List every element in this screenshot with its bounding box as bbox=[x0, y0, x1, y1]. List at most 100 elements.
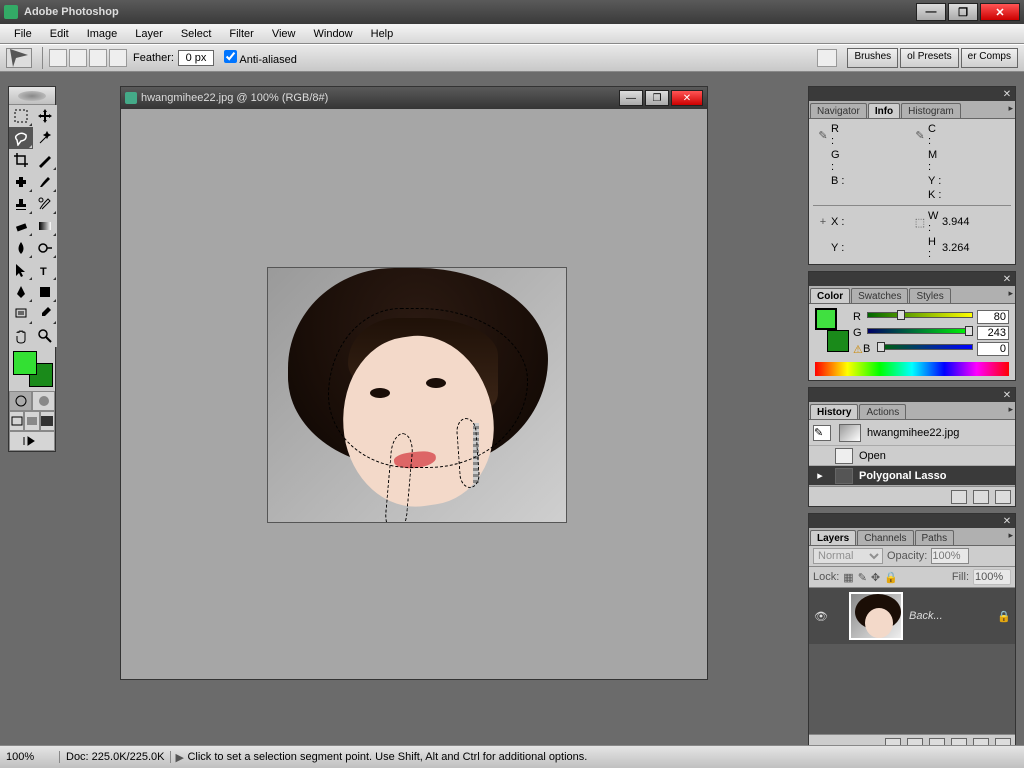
slider-g[interactable] bbox=[867, 328, 973, 338]
layer-thumbnail[interactable] bbox=[849, 592, 903, 640]
doc-minimize-button[interactable]: — bbox=[619, 90, 643, 106]
tab-navigator[interactable]: Navigator bbox=[810, 103, 867, 118]
menu-view[interactable]: View bbox=[264, 26, 304, 42]
tab-styles[interactable]: Styles bbox=[909, 288, 950, 303]
layer-row-background[interactable]: 👁 Back... 🔒 bbox=[809, 588, 1015, 644]
screen-menubar-button[interactable] bbox=[24, 411, 39, 431]
panel-menu-icon[interactable]: ▸ bbox=[1008, 530, 1013, 541]
antialias-check-input[interactable] bbox=[224, 50, 237, 63]
dock-tab-tool-presets[interactable]: ol Presets bbox=[900, 48, 958, 68]
panel-menu-icon[interactable]: ▸ bbox=[1008, 288, 1013, 299]
status-menu-icon[interactable]: ▶ bbox=[171, 751, 181, 764]
history-brush-tool[interactable] bbox=[33, 193, 57, 215]
brush-tool[interactable] bbox=[33, 171, 57, 193]
fill-input[interactable] bbox=[973, 569, 1011, 585]
menu-window[interactable]: Window bbox=[306, 26, 361, 42]
minimize-button[interactable]: — bbox=[916, 3, 946, 21]
menu-image[interactable]: Image bbox=[79, 26, 126, 42]
new-document-from-state-icon[interactable] bbox=[951, 490, 967, 504]
visibility-icon[interactable]: 👁 bbox=[813, 610, 829, 623]
dodge-tool[interactable] bbox=[33, 237, 57, 259]
tab-layers[interactable]: Layers bbox=[810, 530, 856, 545]
history-brush-source-icon[interactable]: ✎ bbox=[813, 425, 831, 441]
tab-info[interactable]: Info bbox=[868, 103, 900, 118]
doc-size[interactable]: Doc: 225.0K/225.0K bbox=[60, 751, 171, 763]
trash-icon[interactable] bbox=[995, 490, 1011, 504]
toolbox-header[interactable] bbox=[9, 87, 55, 105]
healing-tool[interactable] bbox=[9, 171, 33, 193]
zoom-level[interactable]: 100% bbox=[0, 751, 60, 763]
gradient-tool[interactable] bbox=[33, 215, 57, 237]
panel-menu-icon[interactable]: ▸ bbox=[1008, 404, 1013, 415]
fg-color-box[interactable] bbox=[815, 308, 837, 330]
panel-close-icon[interactable]: ✕ bbox=[1001, 390, 1013, 401]
dock-tab-brushes[interactable]: Brushes bbox=[847, 48, 898, 68]
tab-color[interactable]: Color bbox=[810, 288, 850, 303]
screen-standard-button[interactable] bbox=[9, 411, 24, 431]
new-selection-button[interactable] bbox=[49, 49, 67, 67]
subtract-selection-button[interactable] bbox=[89, 49, 107, 67]
tab-channels[interactable]: Channels bbox=[857, 530, 913, 545]
lock-position-icon[interactable]: ✥ bbox=[871, 571, 880, 584]
menu-edit[interactable]: Edit bbox=[42, 26, 77, 42]
tab-paths[interactable]: Paths bbox=[915, 530, 955, 545]
lock-transparency-icon[interactable]: ▦ bbox=[843, 571, 853, 584]
panel-close-icon[interactable]: ✕ bbox=[1001, 89, 1013, 100]
shape-tool[interactable] bbox=[33, 281, 57, 303]
screen-full-button[interactable] bbox=[40, 411, 55, 431]
menu-layer[interactable]: Layer bbox=[127, 26, 171, 42]
doc-maximize-button[interactable]: ❐ bbox=[645, 90, 669, 106]
print-icon[interactable] bbox=[817, 49, 837, 67]
menu-select[interactable]: Select bbox=[173, 26, 220, 42]
crop-tool[interactable] bbox=[9, 149, 33, 171]
antialias-checkbox[interactable]: Anti-aliased bbox=[224, 50, 297, 66]
slider-r[interactable] bbox=[867, 312, 973, 322]
jump-to-imageready-button[interactable] bbox=[9, 431, 55, 451]
zoom-tool[interactable] bbox=[33, 325, 57, 347]
eraser-tool[interactable] bbox=[9, 215, 33, 237]
tab-history[interactable]: History bbox=[810, 404, 858, 419]
lock-all-icon[interactable]: 🔒 bbox=[884, 571, 898, 584]
maximize-button[interactable]: ❐ bbox=[948, 3, 978, 21]
value-r[interactable]: 80 bbox=[977, 310, 1009, 324]
menu-filter[interactable]: Filter bbox=[221, 26, 261, 42]
new-snapshot-icon[interactable] bbox=[973, 490, 989, 504]
fg-color-swatch[interactable] bbox=[13, 351, 37, 375]
path-select-tool[interactable] bbox=[9, 259, 33, 281]
feather-input[interactable] bbox=[178, 50, 214, 66]
panel-close-icon[interactable]: ✕ bbox=[1001, 516, 1013, 527]
tab-swatches[interactable]: Swatches bbox=[851, 288, 908, 303]
move-tool[interactable] bbox=[33, 105, 57, 127]
eyedropper-tool[interactable] bbox=[33, 303, 57, 325]
standard-mode-button[interactable] bbox=[9, 391, 32, 411]
canvas-area[interactable] bbox=[121, 109, 707, 679]
document-titlebar[interactable]: hwangmihee22.jpg @ 100% (RGB/8#) — ❐ ✕ bbox=[121, 87, 707, 109]
add-selection-button[interactable] bbox=[69, 49, 87, 67]
tab-histogram[interactable]: Histogram bbox=[901, 103, 961, 118]
marquee-tool[interactable] bbox=[9, 105, 33, 127]
tab-actions[interactable]: Actions bbox=[859, 404, 906, 419]
quickmask-mode-button[interactable] bbox=[32, 391, 55, 411]
history-snapshot[interactable]: ✎ hwangmihee22.jpg bbox=[809, 420, 1015, 446]
lasso-tool[interactable] bbox=[9, 127, 33, 149]
wand-tool[interactable] bbox=[33, 127, 57, 149]
menu-help[interactable]: Help bbox=[363, 26, 402, 42]
canvas[interactable] bbox=[267, 267, 567, 523]
value-g[interactable]: 243 bbox=[977, 326, 1009, 340]
intersect-selection-button[interactable] bbox=[109, 49, 127, 67]
layer-name[interactable]: Back... bbox=[909, 610, 997, 622]
pen-tool[interactable] bbox=[9, 281, 33, 303]
history-state-active[interactable]: ▸ Polygonal Lasso bbox=[809, 466, 1015, 486]
value-b[interactable]: 0 bbox=[977, 342, 1009, 356]
tool-preset-icon[interactable] bbox=[6, 48, 32, 68]
slider-b[interactable] bbox=[877, 344, 973, 354]
close-button[interactable]: ✕ bbox=[980, 3, 1020, 21]
spectrum-ramp[interactable] bbox=[815, 362, 1009, 376]
stamp-tool[interactable] bbox=[9, 193, 33, 215]
opacity-input[interactable] bbox=[931, 548, 969, 564]
doc-close-button[interactable]: ✕ bbox=[671, 90, 703, 106]
notes-tool[interactable] bbox=[9, 303, 33, 325]
panel-close-icon[interactable]: ✕ bbox=[1001, 274, 1013, 285]
dock-tab-layer-comps[interactable]: er Comps bbox=[961, 48, 1018, 68]
type-tool[interactable]: T bbox=[33, 259, 57, 281]
